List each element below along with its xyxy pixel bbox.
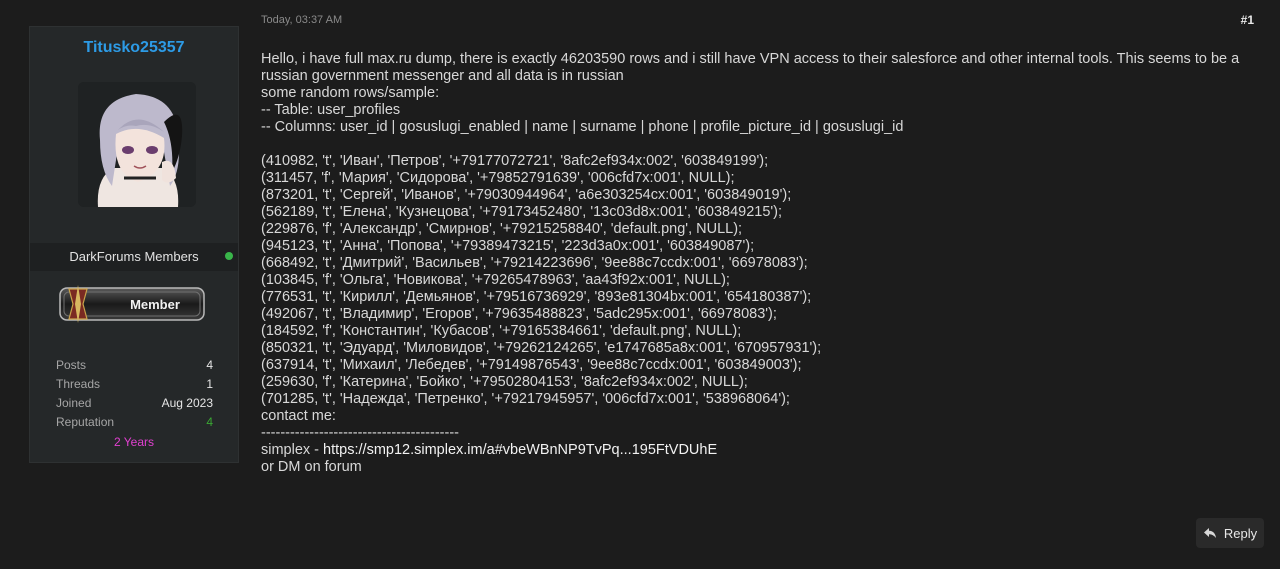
simplex-contact-link[interactable]: https://smp12.simplex.im/a#vbeWBnNP9TvPq… — [323, 442, 717, 458]
stat-label: Reputation — [56, 415, 115, 429]
stat-threads: Threads 1 — [56, 377, 213, 396]
user-stats: Posts 4 Threads 1 Joined Aug 2023 Reputa… — [56, 358, 213, 434]
post-line: (776531, 't', 'Кирилл', 'Демьянов', '+79… — [261, 289, 812, 305]
contact-prefix: simplex - — [261, 442, 324, 458]
post-line: -- Table: user_profiles — [261, 102, 401, 118]
post-closing: or DM on forum — [261, 459, 362, 475]
post-permalink[interactable]: #1 — [1241, 13, 1254, 27]
reply-button[interactable]: Reply — [1196, 518, 1264, 548]
user-group-name: DarkForums Members — [69, 249, 199, 264]
post-line: (103845, 'f', 'Ольга', 'Новикова', '+792… — [261, 272, 730, 288]
user-avatar[interactable] — [78, 82, 196, 207]
stat-posts: Posts 4 — [56, 358, 213, 377]
post-line: ----------------------------------------… — [261, 425, 459, 441]
post-line — [261, 136, 1251, 153]
post-line: (701285, 't', 'Надежда', 'Петренко', '+7… — [261, 391, 790, 407]
post-intro: Hello, i have full max.ru dump, there is… — [261, 51, 1240, 84]
post-line: -- Columns: user_id | gosuslugi_enabled … — [261, 119, 904, 135]
stat-label: Joined — [56, 396, 92, 410]
user-tenure-badge: 2 Years — [113, 435, 155, 449]
stat-value: Aug 2023 — [161, 396, 213, 410]
post-lines: some random rows/sample: -- Table: user_p… — [261, 85, 1251, 442]
contact-line: simplex - https://smp12.simplex.im/a#vbe… — [261, 442, 1251, 459]
post-line: (562189, 't', 'Елена', 'Кузнецова', '+79… — [261, 204, 783, 220]
online-status-icon — [225, 252, 233, 260]
stat-value: 4 — [206, 358, 213, 372]
stat-joined: Joined Aug 2023 — [56, 396, 213, 415]
stat-value: 1 — [206, 377, 213, 391]
post-line: contact me: — [261, 408, 336, 424]
post-line: (259630, 'f', 'Катерина', 'Бойко', '+795… — [261, 374, 748, 390]
post-line: (492067, 't', 'Владимир', 'Егоров', '+79… — [261, 306, 777, 322]
post-line: (850321, 't', 'Эдуард', 'Миловидов', '+7… — [261, 340, 822, 356]
badge-label: Member — [130, 297, 180, 312]
post-timestamp: Today, 03:37 AM — [261, 14, 343, 26]
username-link[interactable]: Titusko25357 — [30, 39, 238, 57]
stat-reputation: Reputation 4 — [56, 415, 213, 434]
user-card: Titusko25357 DarkForums Members Member P… — [29, 26, 239, 463]
stat-label: Threads — [56, 377, 101, 391]
post-line: (311457, 'f', 'Мария', 'Сидорова', '+798… — [261, 170, 735, 186]
post-line: (637914, 't', 'Михаил', 'Лебедев', '+791… — [261, 357, 802, 373]
stat-value: 4 — [206, 415, 213, 429]
post-line: (410982, 't', 'Иван', 'Петров', '+791770… — [261, 153, 769, 169]
member-rank-badge: Member — [57, 283, 207, 325]
user-group-bar: DarkForums Members — [30, 243, 238, 271]
reply-label: Reply — [1223, 525, 1258, 541]
post-line: (229876, 'f', 'Александр', 'Смирнов', '+… — [261, 221, 743, 237]
post-line: (945123, 't', 'Анна', 'Попова', '+793894… — [261, 238, 755, 254]
post-line: (184592, 'f', 'Константин', 'Кубасов', '… — [261, 323, 742, 339]
post-content: Hello, i have full max.ru dump, there is… — [261, 51, 1251, 476]
stat-label: Posts — [56, 358, 87, 372]
post-line: (873201, 't', 'Сергей', 'Иванов', '+7903… — [261, 187, 792, 203]
post-line: some random rows/sample: — [261, 85, 440, 101]
reply-arrow-icon — [1203, 528, 1216, 538]
post-line: (668492, 't', 'Дмитрий', 'Васильев', '+7… — [261, 255, 808, 271]
